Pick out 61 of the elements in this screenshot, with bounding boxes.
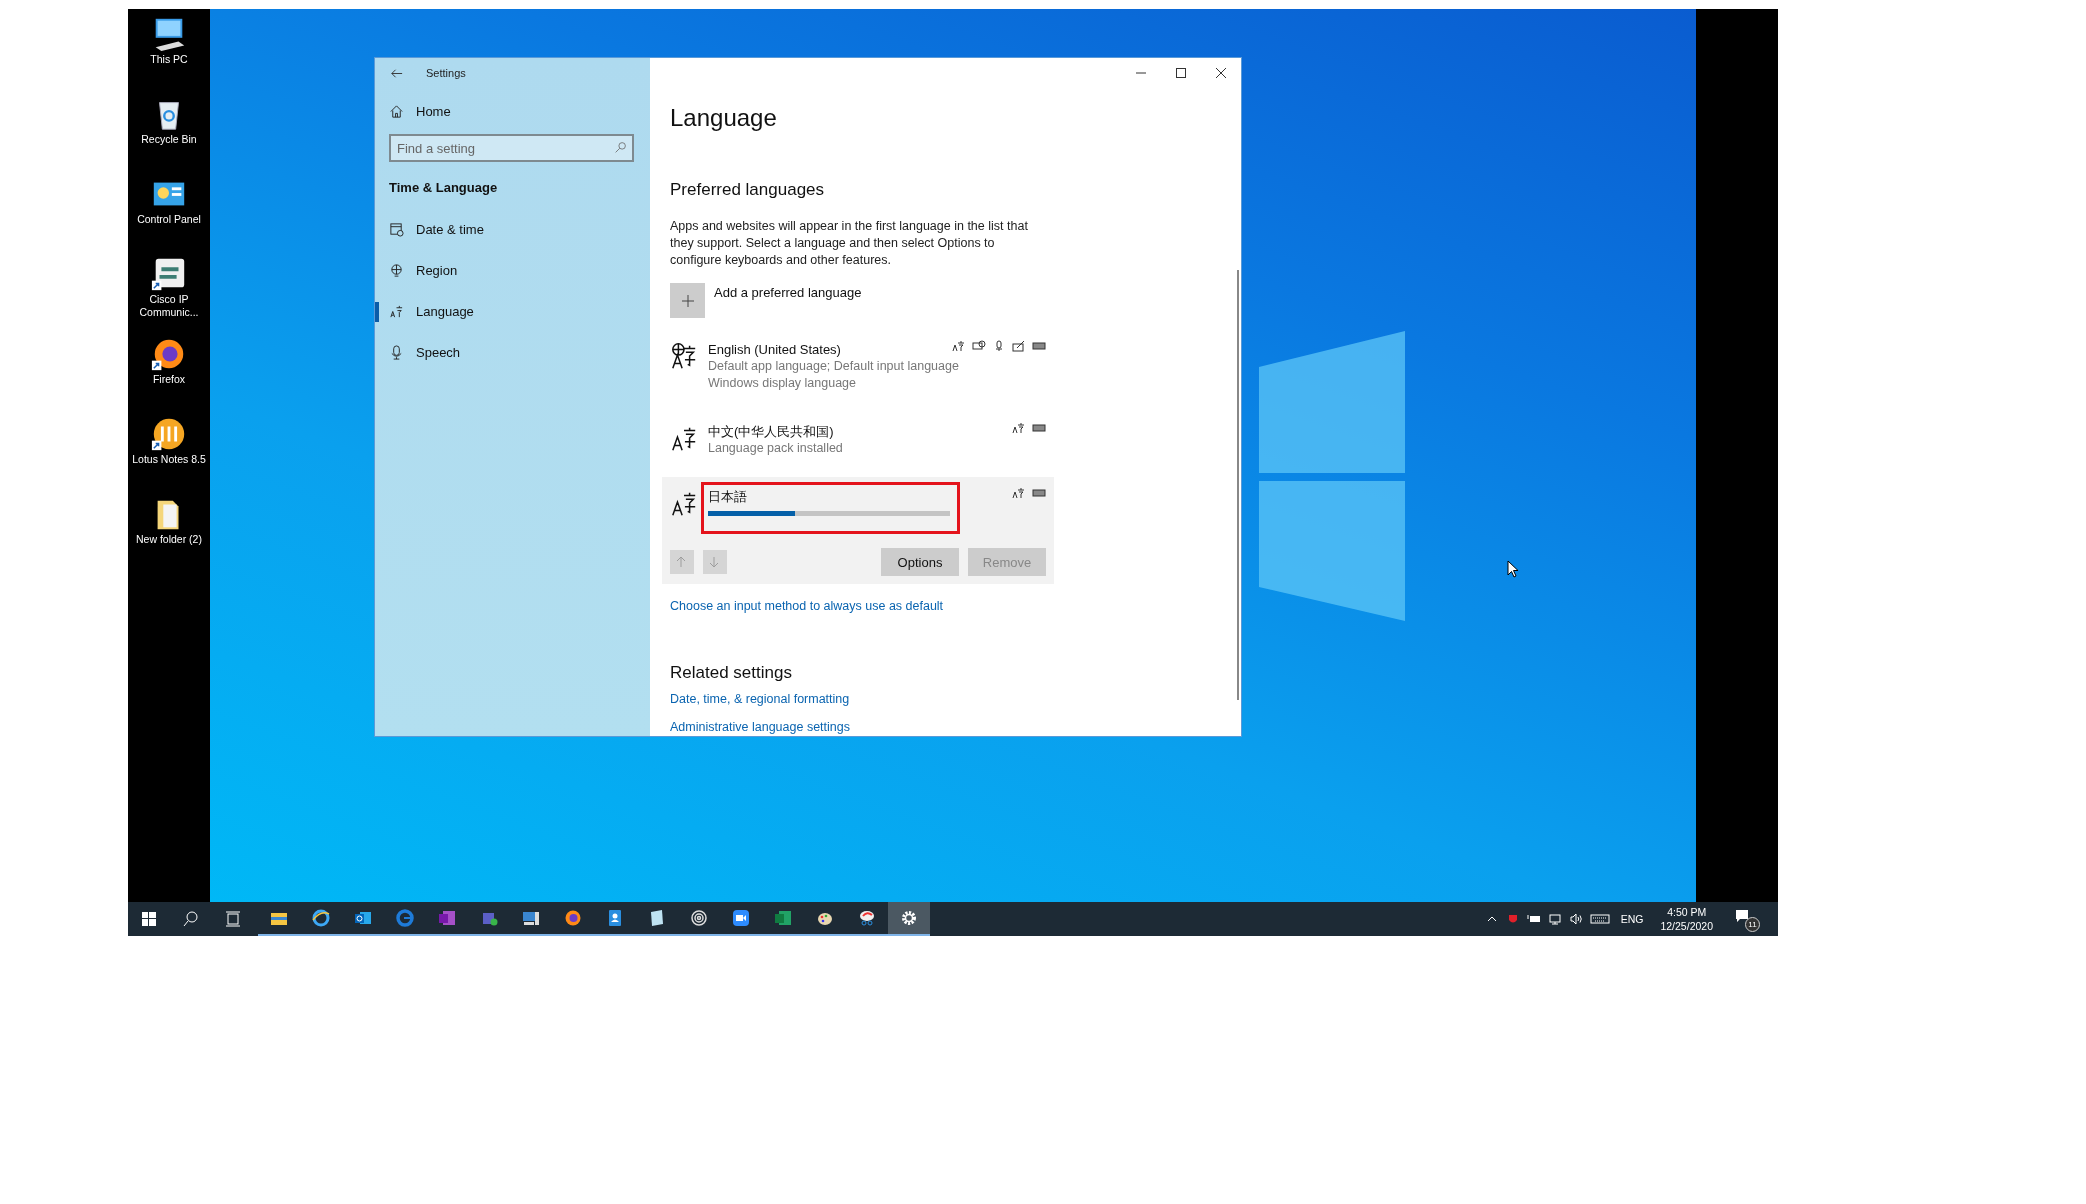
- calendar-icon: [389, 222, 404, 237]
- speaker-icon[interactable]: [1568, 913, 1583, 925]
- sidebar-item[interactable]: Speech: [375, 332, 636, 373]
- language-feature-icon: [1012, 422, 1026, 434]
- sidebar-item[interactable]: Date & time: [375, 209, 636, 250]
- language-name: 日本語: [708, 488, 748, 505]
- battery-icon[interactable]: [1526, 913, 1541, 925]
- home-icon: [389, 103, 404, 119]
- mic-icon: [389, 345, 404, 360]
- network-icon[interactable]: [1547, 913, 1562, 925]
- keyboard-feature-icon: [1032, 340, 1046, 352]
- globe-icon: [389, 263, 404, 278]
- gear-taskbar-icon[interactable]: [888, 902, 930, 936]
- desktop-icon-label: Firefox: [151, 373, 187, 386]
- scrollbar[interactable]: [1237, 270, 1239, 700]
- input-language-indicator[interactable]: ENG: [1620, 913, 1644, 925]
- handwriting-feature-icon: [1012, 340, 1026, 352]
- options-button[interactable]: Options: [881, 548, 959, 576]
- desktop-icon-label: Recycle Bin: [140, 133, 198, 146]
- language-detail: Language pack installed: [708, 440, 843, 457]
- language-item[interactable]: English (United States) Default app language; Default input language Windows display language: [662, 330, 1054, 412]
- home-nav-item[interactable]: Home: [389, 88, 636, 134]
- search-icon[interactable]: [614, 141, 627, 154]
- section-heading: Time & Language: [389, 180, 499, 195]
- search-field[interactable]: Find a setting: [389, 134, 634, 162]
- language-name: English (United States): [708, 341, 842, 358]
- language-name: 中文(中华人民共和国): [708, 423, 835, 440]
- window-title: Settings: [426, 67, 466, 79]
- desktop-icon-label: Control Panel: [136, 213, 202, 226]
- keyboard-feature-icon: [1032, 487, 1046, 499]
- plus-icon: [679, 292, 696, 309]
- language-feature-icon: [1012, 487, 1026, 499]
- language-icon: [389, 304, 404, 319]
- sidebar-item[interactable]: Language: [375, 291, 636, 332]
- add-language-label[interactable]: Add a preferred language: [714, 283, 862, 318]
- language-detail: Windows display language: [708, 375, 856, 392]
- message-icon: [1734, 908, 1750, 924]
- related-settings-link[interactable]: Date, time, & regional formatting: [670, 692, 850, 706]
- down-arrow-icon: [708, 556, 720, 568]
- desktop-icon-label: New folder (2): [135, 533, 203, 546]
- desktop-icon-label: This PC: [149, 53, 189, 66]
- clock[interactable]: 4:50 PM 12/25/2020: [1660, 905, 1713, 933]
- sidebar-item[interactable]: Region: [375, 250, 636, 291]
- related-settings-link[interactable]: Administrative language settings: [670, 720, 850, 734]
- keyboard-feature-icon: [1032, 422, 1046, 434]
- section-heading: Preferred languages: [670, 180, 825, 200]
- language-feature-icon: [952, 340, 966, 352]
- description-text: Apps and websites will appear in the first language in the list that they support. Select a language and then select Options to configure keyboards and other features.: [670, 218, 1029, 269]
- up-arrow-icon: [675, 556, 687, 568]
- language-item[interactable]: 中文(中华人民共和国) Language pack installed: [662, 412, 1054, 477]
- section-heading: Related settings: [670, 663, 792, 683]
- desktop-icon-label: Cisco IP Communic...: [138, 293, 200, 319]
- page-title: Language: [670, 104, 777, 132]
- mouse-cursor-icon: [1507, 560, 1519, 578]
- desktop-icon-label: Lotus Notes 8.5: [132, 453, 206, 466]
- speech-feature-icon: [972, 340, 986, 352]
- language-detail: Default app language; Default input language: [708, 358, 959, 375]
- keyboard-icon[interactable]: [1589, 913, 1610, 925]
- language-icon: [670, 342, 698, 370]
- notification-count: 11: [1745, 917, 1760, 932]
- input-method-link[interactable]: Choose an input method to always use as default: [670, 599, 944, 613]
